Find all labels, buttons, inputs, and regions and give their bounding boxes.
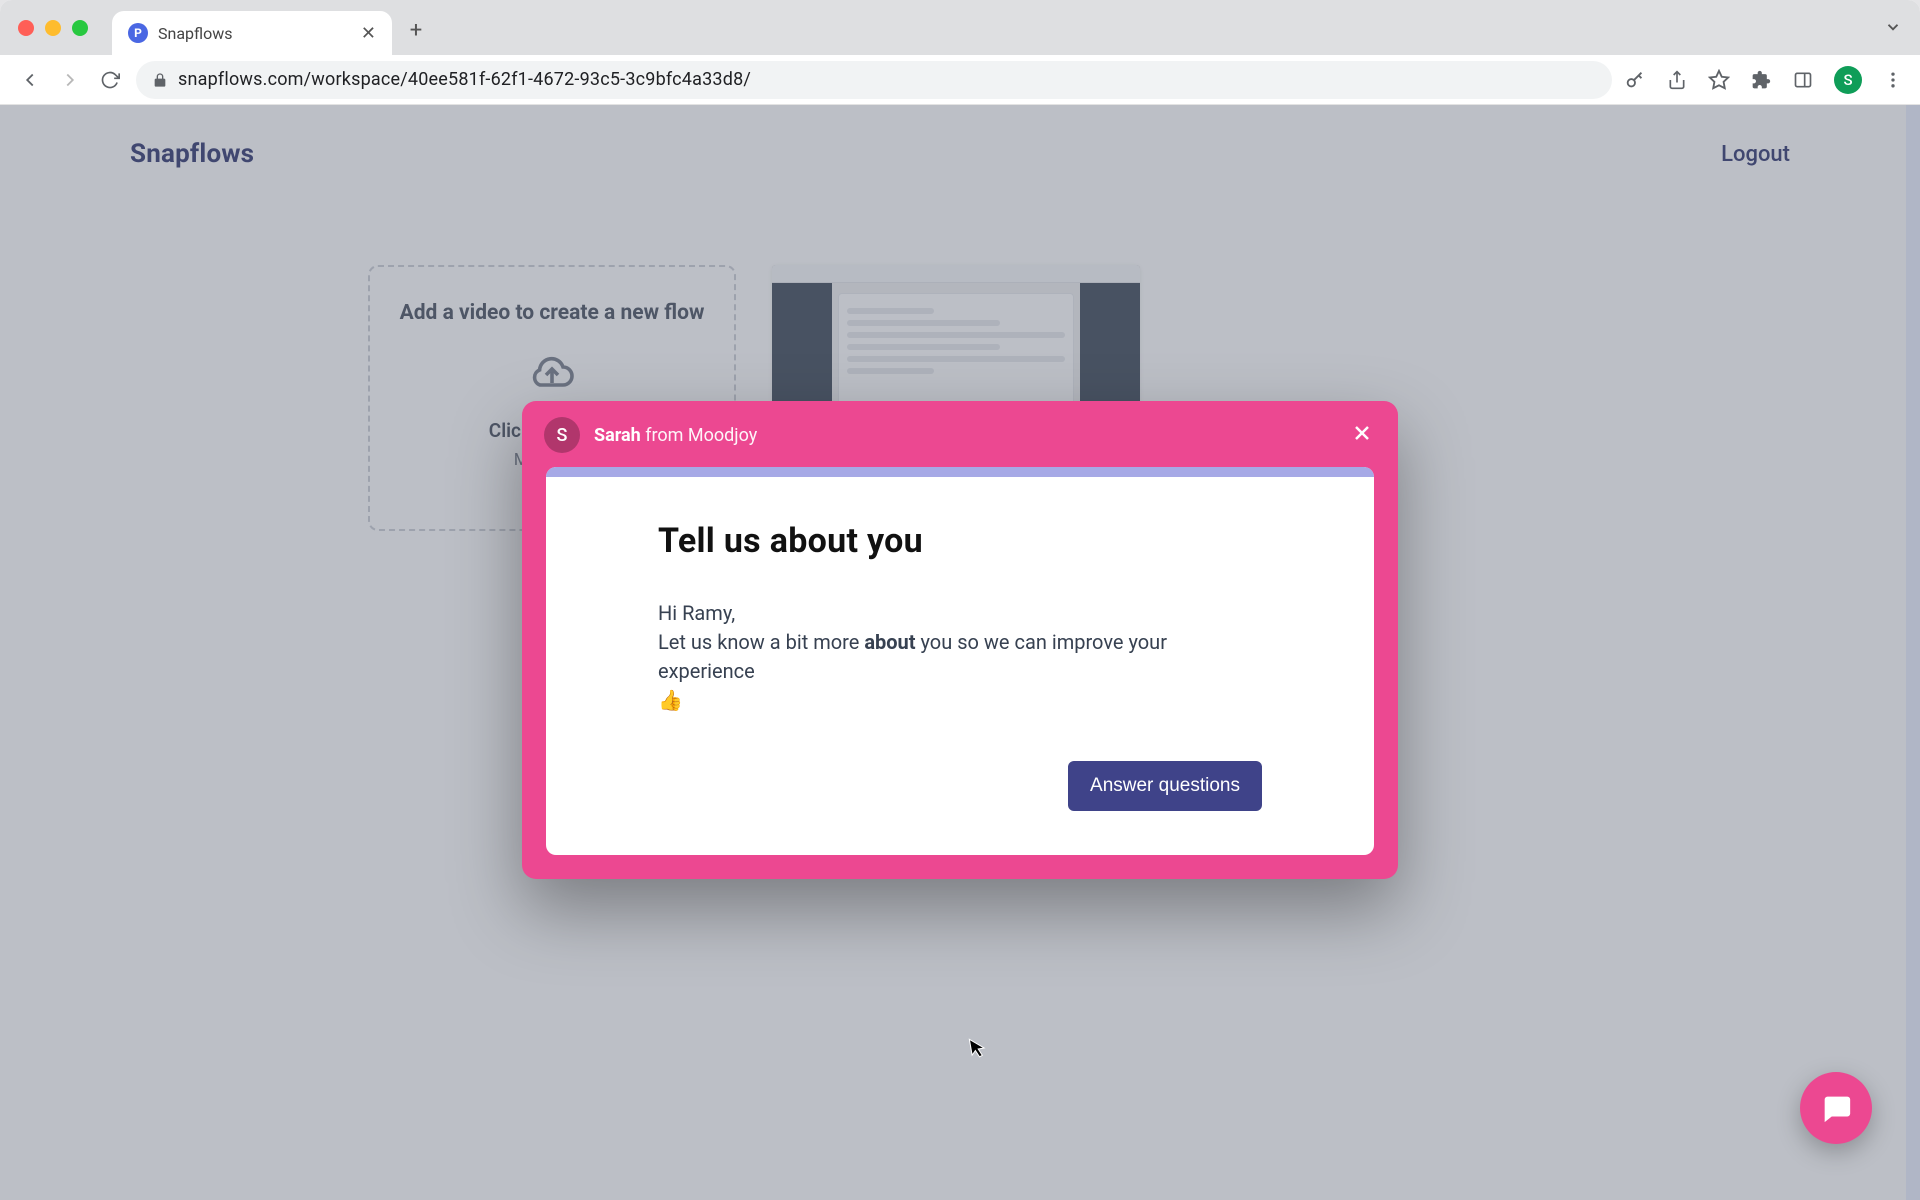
new-tab-button[interactable]: + xyxy=(400,15,432,47)
toolbar-actions: S xyxy=(1624,66,1904,94)
modal-title: Tell us about you xyxy=(658,521,1262,561)
answer-questions-button[interactable]: Answer questions xyxy=(1068,761,1262,811)
modal-greeting: Hi Ramy, xyxy=(658,599,1262,628)
sender-line: Sarah from Moodjoy xyxy=(594,425,757,446)
profile-avatar[interactable]: S xyxy=(1834,66,1862,94)
sender-avatar: S xyxy=(544,417,580,453)
modal-accent-bar xyxy=(546,467,1374,477)
lock-icon xyxy=(152,72,168,88)
reload-button[interactable] xyxy=(96,70,124,90)
window-controls xyxy=(18,20,88,36)
kebab-menu-icon[interactable] xyxy=(1882,69,1904,91)
tab-close-icon[interactable]: ✕ xyxy=(361,23,376,44)
sender-company: from Moodjoy xyxy=(641,425,758,446)
tab-strip: P Snapflows ✕ + xyxy=(0,0,1920,55)
chat-launcher-button[interactable] xyxy=(1800,1072,1872,1144)
back-button[interactable] xyxy=(16,69,44,91)
page-viewport: Snapflows Logout Add a video to create a… xyxy=(0,105,1920,1200)
modal-message: Hi Ramy, Let us know a bit more about yo… xyxy=(658,599,1262,715)
url-text: snapflows.com/workspace/40ee581f-62f1-46… xyxy=(178,69,1596,90)
modal-header: S Sarah from Moodjoy xyxy=(522,401,1398,467)
intercom-modal: S Sarah from Moodjoy Tell us about you xyxy=(522,401,1398,879)
browser-window: P Snapflows ✕ + snapflows.com/workspace/… xyxy=(0,0,1920,1200)
tab-title: Snapflows xyxy=(158,24,351,43)
window-close-button[interactable] xyxy=(18,20,34,36)
modal-body: Tell us about you Hi Ramy, Let us know a… xyxy=(546,467,1374,855)
modal-description: Let us know a bit more about you so we c… xyxy=(658,628,1262,686)
window-minimize-button[interactable] xyxy=(45,20,61,36)
forward-button[interactable] xyxy=(56,69,84,91)
browser-tab[interactable]: P Snapflows ✕ xyxy=(112,11,392,55)
address-bar[interactable]: snapflows.com/workspace/40ee581f-62f1-46… xyxy=(136,61,1612,99)
browser-toolbar: snapflows.com/workspace/40ee581f-62f1-46… xyxy=(0,55,1920,105)
tab-overflow-icon[interactable] xyxy=(1884,18,1902,36)
password-key-icon[interactable] xyxy=(1624,69,1646,91)
modal-close-button[interactable] xyxy=(1344,415,1380,451)
tab-favicon: P xyxy=(128,23,148,43)
extensions-puzzle-icon[interactable] xyxy=(1750,69,1772,91)
window-maximize-button[interactable] xyxy=(72,20,88,36)
thumbs-up-emoji: 👍 xyxy=(658,686,1262,715)
bookmark-star-icon[interactable] xyxy=(1708,69,1730,91)
side-panel-icon[interactable] xyxy=(1792,69,1814,91)
chat-icon xyxy=(1819,1091,1853,1125)
modal-text-before: Let us know a bit more xyxy=(658,630,864,654)
modal-text-bold: about xyxy=(864,630,915,654)
share-icon[interactable] xyxy=(1666,69,1688,91)
sender-name: Sarah xyxy=(594,425,641,446)
